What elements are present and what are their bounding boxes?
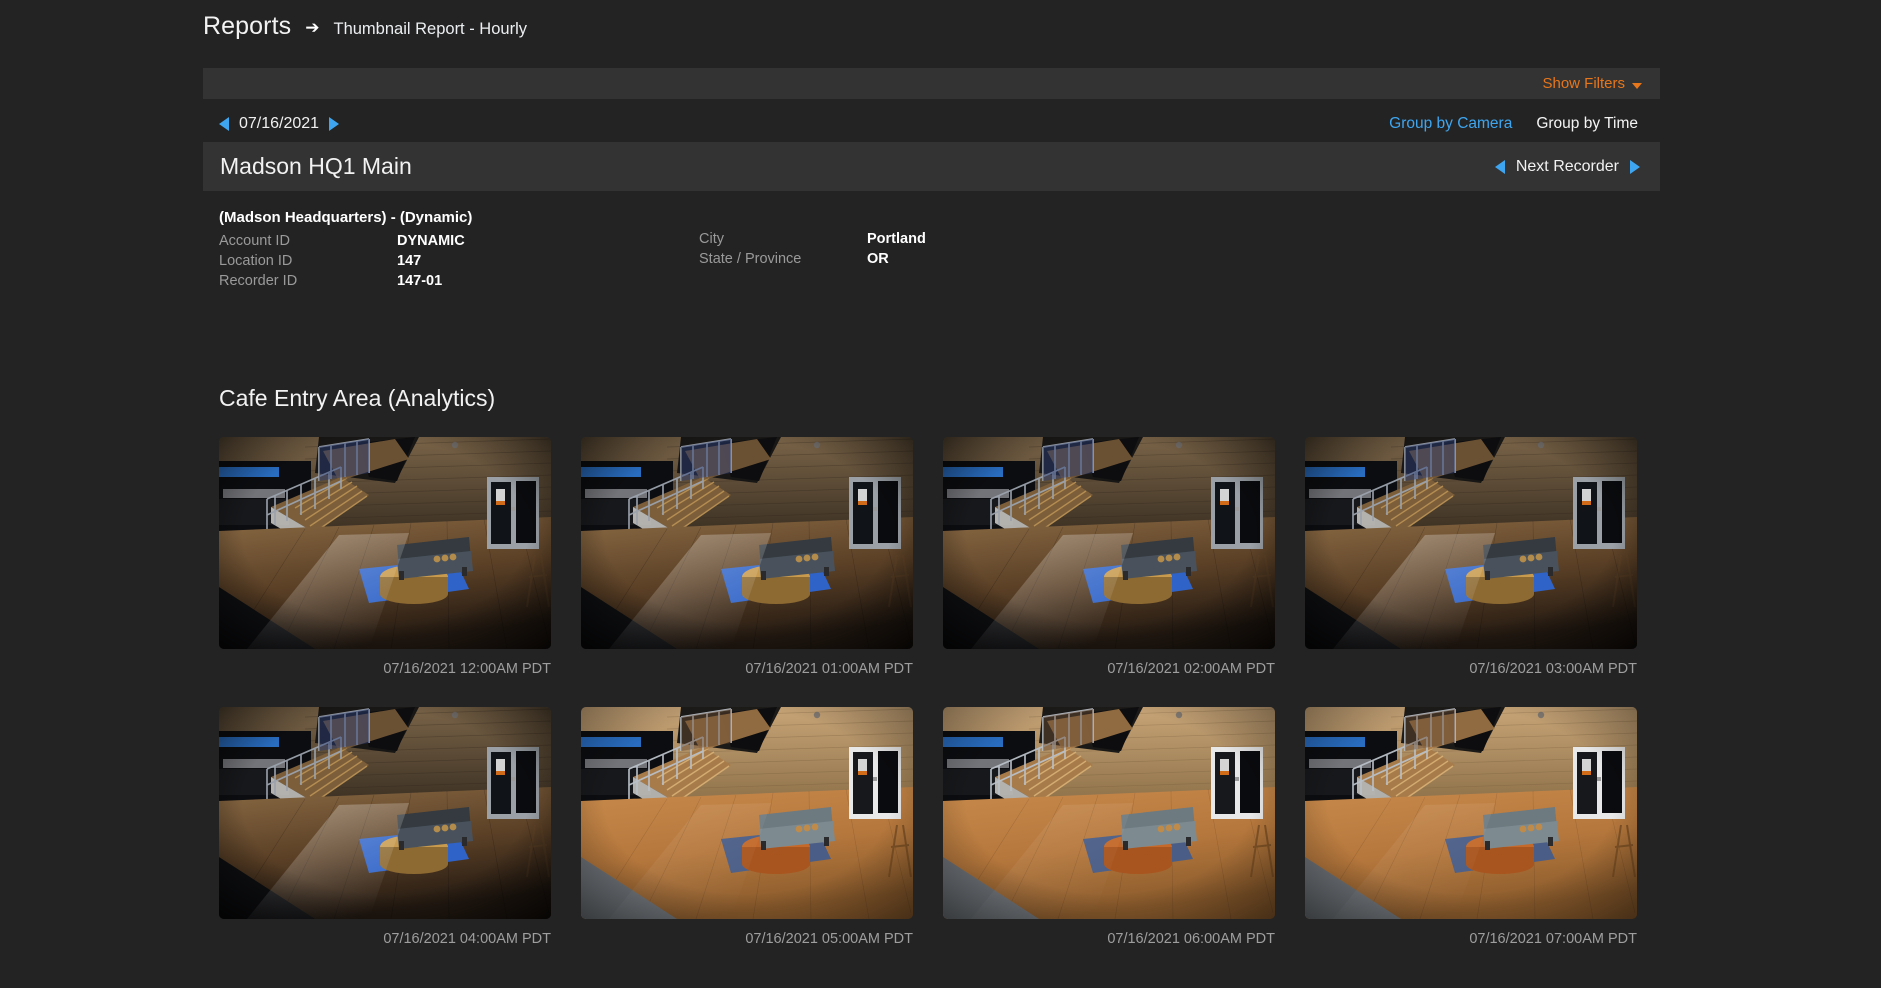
date-and-grouping-row: 07/16/2021 Group by Camera Group by Time <box>203 106 1660 143</box>
camera-thumbnail[interactable] <box>581 437 913 649</box>
camera-thumbnail[interactable] <box>1305 437 1637 649</box>
metadata-column-left: (Madson Headquarters) - (Dynamic) Accoun… <box>219 209 699 293</box>
state-label: State / Province <box>699 251 802 267</box>
previous-day-icon[interactable] <box>219 117 229 131</box>
metadata-row: Location ID 147 <box>219 253 699 269</box>
camera-thumbnail[interactable] <box>1305 707 1637 919</box>
thumbnail-cell: 07/16/2021 03:00AM PDT <box>1305 437 1637 677</box>
thumbnail-timestamp: 07/16/2021 06:00AM PDT <box>1107 931 1275 947</box>
city-label: City <box>699 231 724 247</box>
metadata-row: Account ID DYNAMIC <box>219 233 699 249</box>
camera-scene-image <box>219 437 551 649</box>
thumbnail-cell: 07/16/2021 02:00AM PDT <box>943 437 1275 677</box>
breadcrumb-leaf: Thumbnail Report - Hourly <box>333 20 528 38</box>
city-value: Portland <box>867 231 926 247</box>
camera-scene-image <box>219 707 551 919</box>
thumbnail-timestamp: 07/16/2021 07:00AM PDT <box>1469 931 1637 947</box>
thumbnail-timestamp: 07/16/2021 05:00AM PDT <box>745 931 913 947</box>
date-navigator: 07/16/2021 <box>219 115 340 133</box>
account-id-label: Account ID <box>219 233 290 249</box>
thumbnail-grid: 07/16/2021 12:00AM PDT 07/16/2021 01:00A… <box>219 437 1639 947</box>
camera-scene-image <box>581 707 913 919</box>
metadata-row: Recorder ID 147-01 <box>219 273 699 289</box>
recorder-header: Madson HQ1 Main Next Recorder <box>203 142 1660 191</box>
camera-scene-image <box>1305 437 1637 649</box>
location-id-value: 147 <box>397 253 422 269</box>
next-day-icon[interactable] <box>329 117 340 131</box>
show-filters-label: Show Filters <box>1542 75 1625 92</box>
grouping-links: Group by Camera Group by Time <box>1389 115 1638 133</box>
thumbnail-cell: 07/16/2021 12:00AM PDT <box>219 437 551 677</box>
thumbnail-timestamp: 07/16/2021 12:00AM PDT <box>383 661 551 677</box>
recorder-metadata: (Madson Headquarters) - (Dynamic) Accoun… <box>219 209 926 293</box>
thumbnail-timestamp: 07/16/2021 02:00AM PDT <box>1107 661 1275 677</box>
next-recorder-label[interactable]: Next Recorder <box>1516 158 1619 176</box>
recorder-navigator: Next Recorder <box>1494 158 1640 176</box>
thumbnail-cell: 07/16/2021 05:00AM PDT <box>581 707 913 947</box>
thumbnail-cell: 07/16/2021 01:00AM PDT <box>581 437 913 677</box>
breadcrumb-root[interactable]: Reports <box>203 12 291 41</box>
account-id-value: DYNAMIC <box>397 233 465 249</box>
camera-thumbnail[interactable] <box>943 707 1275 919</box>
recorder-title: Madson HQ1 Main <box>220 153 412 179</box>
metadata-column-right: City Portland State / Province OR <box>699 209 926 293</box>
previous-recorder-icon[interactable] <box>1494 159 1505 174</box>
thumbnail-timestamp: 07/16/2021 04:00AM PDT <box>383 931 551 947</box>
breadcrumb: Reports ➔ Thumbnail Report - Hourly <box>203 12 527 41</box>
metadata-row: State / Province OR <box>699 251 926 267</box>
camera-thumbnail[interactable] <box>581 707 913 919</box>
thumbnail-cell: 07/16/2021 06:00AM PDT <box>943 707 1275 947</box>
camera-thumbnail[interactable] <box>219 437 551 649</box>
metadata-heading: (Madson Headquarters) - (Dynamic) <box>219 209 473 226</box>
camera-thumbnail[interactable] <box>943 437 1275 649</box>
thumbnail-timestamp: 07/16/2021 01:00AM PDT <box>745 661 913 677</box>
filter-bar: Show Filters <box>203 68 1660 99</box>
camera-section-title: Cafe Entry Area (Analytics) <box>219 385 496 411</box>
camera-thumbnail[interactable] <box>219 707 551 919</box>
metadata-row: City Portland <box>699 231 926 247</box>
arrow-right-icon: ➔ <box>305 18 320 37</box>
caret-down-icon <box>1632 82 1642 89</box>
state-value: OR <box>867 251 889 267</box>
thumbnail-timestamp: 07/16/2021 03:00AM PDT <box>1469 661 1637 677</box>
camera-scene-image <box>1305 707 1637 919</box>
location-id-label: Location ID <box>219 253 293 269</box>
recorder-id-value: 147-01 <box>397 273 443 289</box>
thumbnail-cell: 07/16/2021 07:00AM PDT <box>1305 707 1637 947</box>
camera-scene-image <box>943 707 1275 919</box>
thumbnail-report-page: Reports ➔ Thumbnail Report - Hourly Show… <box>0 0 1881 988</box>
show-filters-button[interactable]: Show Filters <box>1542 75 1642 92</box>
group-by-camera-link[interactable]: Group by Camera <box>1389 115 1512 133</box>
next-recorder-icon[interactable] <box>1630 159 1640 174</box>
current-date: 07/16/2021 <box>239 115 320 132</box>
thumbnail-cell: 07/16/2021 04:00AM PDT <box>219 707 551 947</box>
camera-scene-image <box>581 437 913 649</box>
camera-scene-image <box>943 437 1275 649</box>
group-by-time-link[interactable]: Group by Time <box>1536 115 1638 133</box>
recorder-id-label: Recorder ID <box>219 273 298 289</box>
